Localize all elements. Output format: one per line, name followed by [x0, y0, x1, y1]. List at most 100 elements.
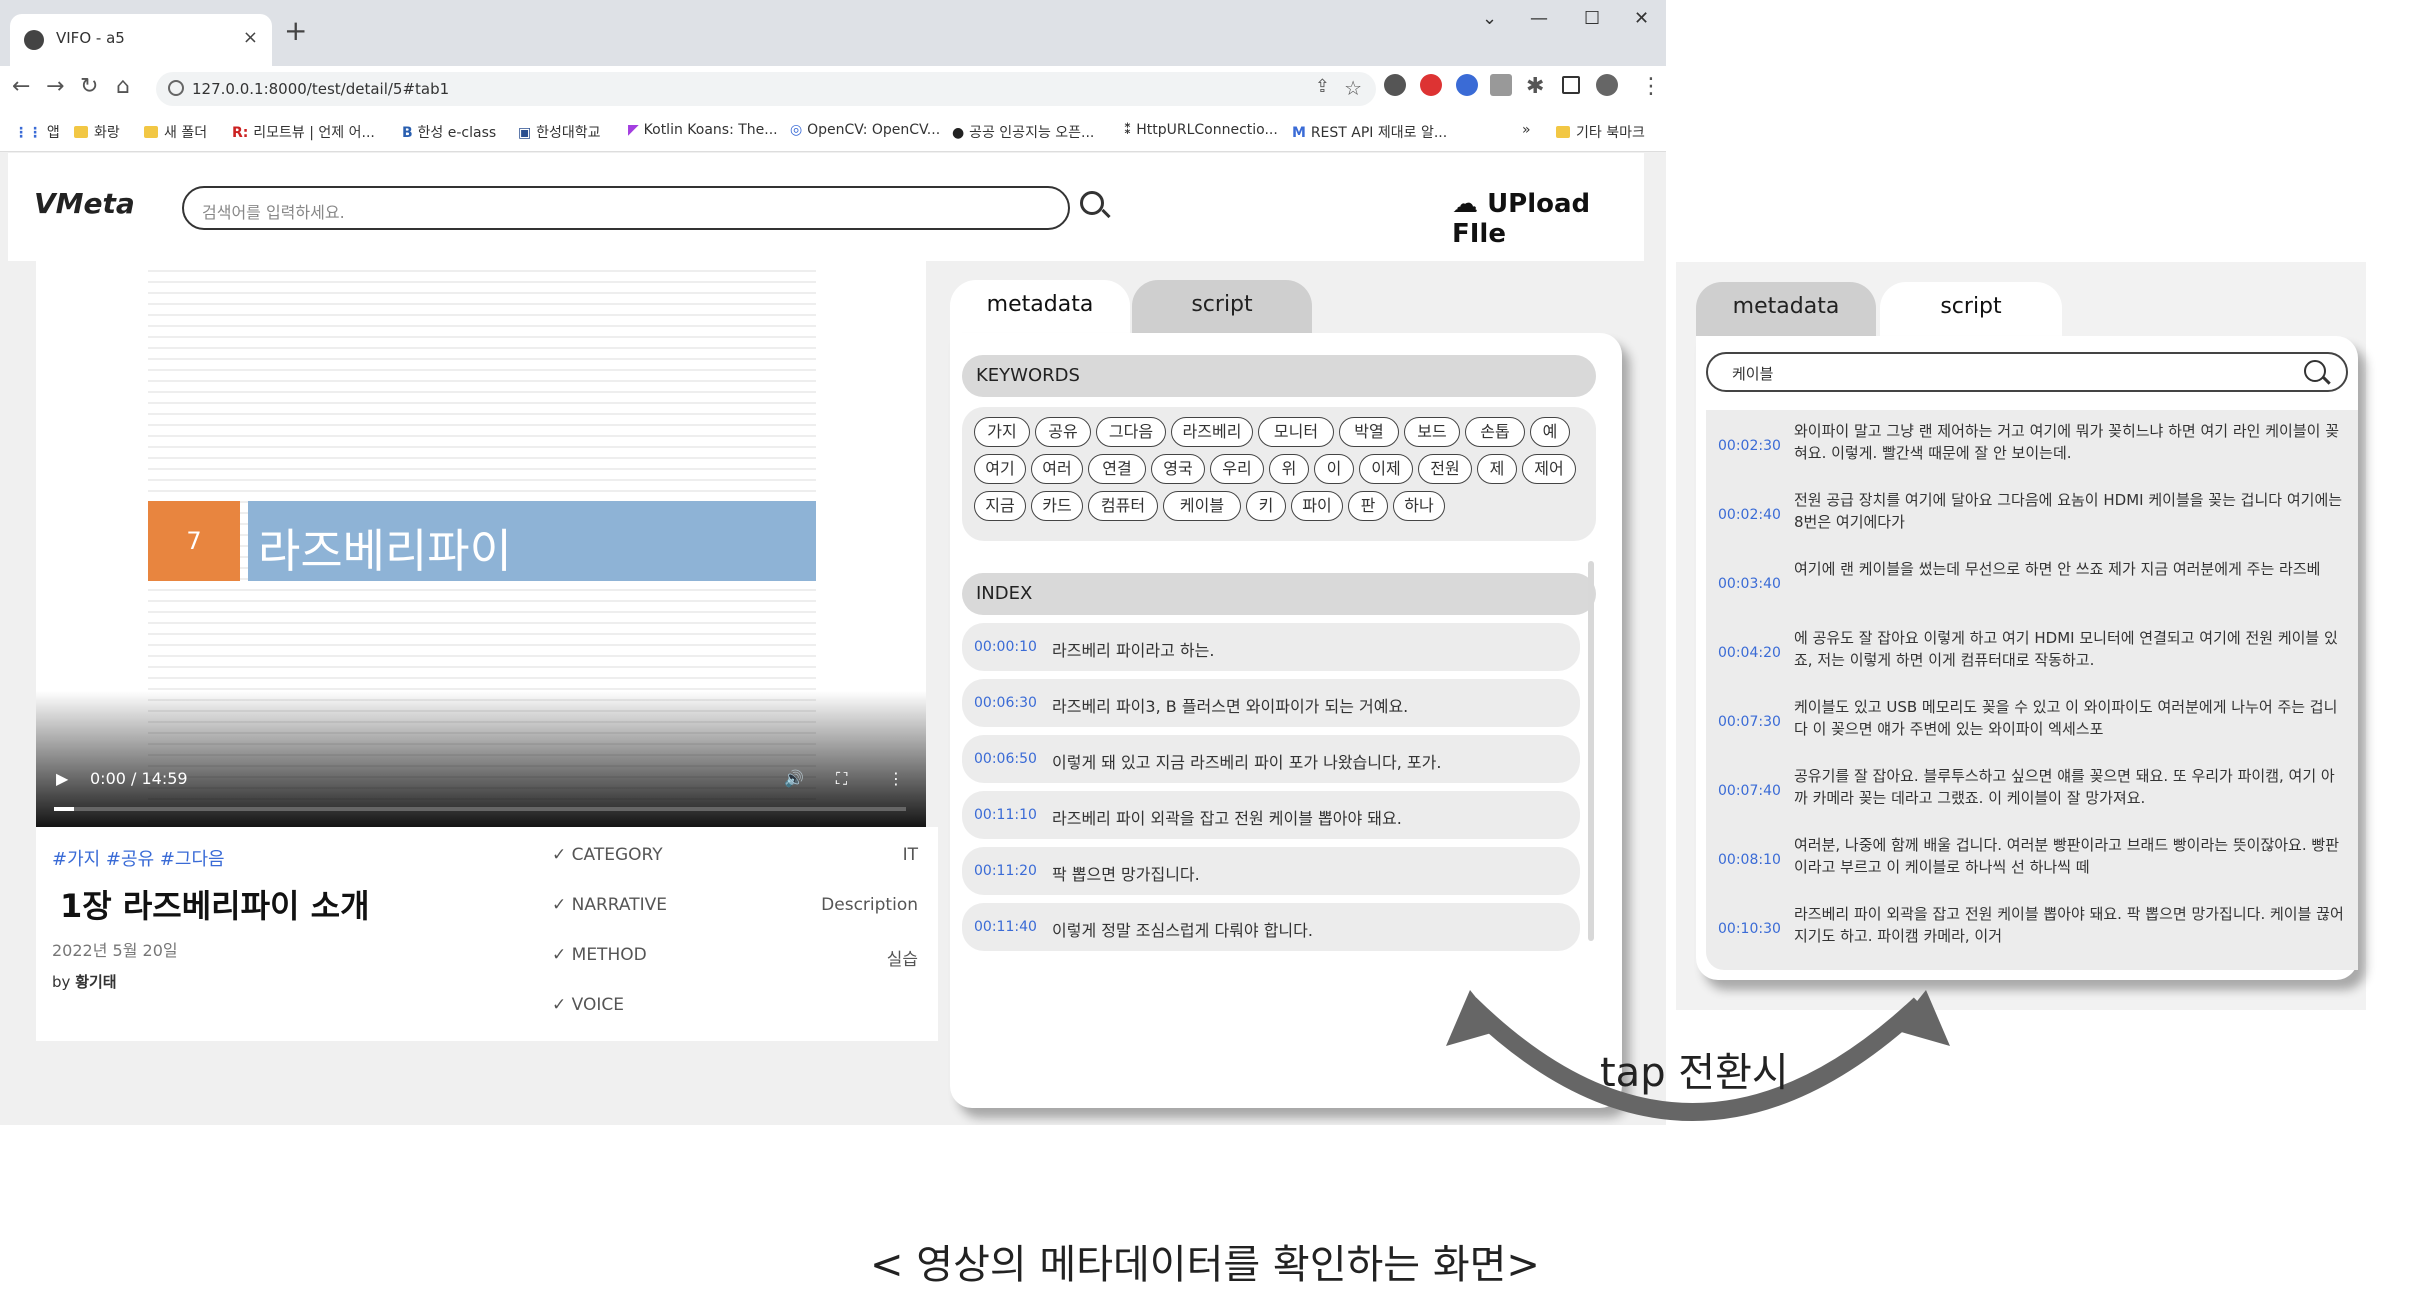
extension-icon[interactable]: [1456, 74, 1478, 96]
keyword-chip[interactable]: 손톱: [1465, 417, 1525, 447]
keyword-chip[interactable]: 영국: [1151, 454, 1205, 484]
close-tab-icon[interactable]: ×: [243, 27, 258, 48]
script-item[interactable]: 00:08:10 여러분, 나중에 함께 배울 겁니다. 여러분 빵판이라고 브래…: [1706, 824, 2346, 892]
index-timestamp[interactable]: 00:06:50: [974, 751, 1037, 767]
sidepanel-icon[interactable]: [1562, 76, 1580, 94]
url-text[interactable]: 127.0.0.1:8000/test/detail/5#tab1: [192, 80, 449, 98]
index-timestamp[interactable]: 00:00:10: [974, 639, 1037, 655]
close-window-icon[interactable]: ✕: [1634, 8, 1649, 29]
bookmark-item[interactable]: 화랑: [74, 122, 120, 142]
keyword-chip[interactable]: 케이블: [1163, 491, 1241, 521]
video-player[interactable]: 7 라즈베리파이 ▶ 0:00 / 14:59 🔊 ⛶ ⋮: [36, 261, 926, 827]
script-timestamp[interactable]: 00:07:40: [1718, 783, 1781, 799]
tab-script[interactable]: script: [1880, 282, 2062, 338]
menu-icon[interactable]: ⋮: [1640, 74, 1662, 99]
keyword-chip[interactable]: 연결: [1088, 454, 1146, 484]
keyword-chip[interactable]: 파이: [1291, 491, 1343, 521]
script-item[interactable]: 00:04:20 에 공유도 잘 잡아요 이렇게 하고 여기 HDMI 모니터에 …: [1706, 617, 2346, 685]
video-progress-bar[interactable]: [54, 807, 906, 811]
keyword-chip[interactable]: 박열: [1339, 417, 1399, 447]
script-search-input[interactable]: 케이블: [1706, 352, 2348, 392]
keyword-chip[interactable]: 여기: [974, 454, 1026, 484]
keyword-chip[interactable]: 제어: [1522, 454, 1576, 484]
script-timestamp[interactable]: 00:03:40: [1718, 576, 1781, 592]
bookmark-item[interactable]: B 한성 e-class: [402, 122, 496, 142]
index-item[interactable]: 00:11:10 라즈베리 파이 외곽을 잡고 전원 케이블 뽑아야 돼요.: [962, 791, 1580, 839]
keyword-chip[interactable]: 컴퓨터: [1088, 491, 1158, 521]
script-timestamp[interactable]: 00:10:30: [1718, 921, 1781, 937]
maximize-icon[interactable]: ☐: [1584, 8, 1600, 29]
index-item[interactable]: 00:11:20 팍 뽑으면 망가집니다.: [962, 847, 1580, 895]
index-timestamp[interactable]: 00:06:30: [974, 695, 1037, 711]
keyword-chip[interactable]: 모니터: [1258, 417, 1334, 447]
script-timestamp[interactable]: 00:04:20: [1718, 645, 1781, 661]
keyword-chip[interactable]: 키: [1246, 491, 1286, 521]
more-options-icon[interactable]: ⋮: [888, 769, 904, 788]
keyword-chip[interactable]: 라즈베리: [1171, 417, 1253, 447]
bookmarks-more[interactable]: »: [1522, 122, 1531, 138]
keyword-chip[interactable]: 카드: [1031, 491, 1083, 521]
adblock-icon[interactable]: [1420, 74, 1442, 96]
search-icon[interactable]: [1080, 191, 1104, 215]
bookmark-item[interactable]: ◤ Kotlin Koans: The...: [628, 122, 778, 138]
index-timestamp[interactable]: 00:11:20: [974, 863, 1037, 879]
script-timestamp[interactable]: 00:02:30: [1718, 438, 1781, 454]
keyword-chip[interactable]: 판: [1348, 491, 1388, 521]
bookmark-item[interactable]: ⋮⋮ 앱: [14, 122, 60, 142]
search-icon[interactable]: [2304, 360, 2326, 382]
bookmark-item[interactable]: 기타 북마크: [1556, 122, 1645, 142]
keyword-chip[interactable]: 공유: [1035, 417, 1091, 447]
hashtags[interactable]: #가지 #공유 #그다음: [52, 845, 225, 871]
new-tab-button[interactable]: +: [284, 14, 307, 47]
bookmark-item[interactable]: M REST API 제대로 알...: [1292, 122, 1447, 142]
tab-metadata[interactable]: metadata: [1696, 282, 1876, 338]
script-timestamp[interactable]: 00:02:40: [1718, 507, 1781, 523]
info-icon[interactable]: [168, 80, 184, 96]
forward-icon[interactable]: →: [46, 74, 64, 99]
keyword-chip[interactable]: 가지: [974, 417, 1030, 447]
bookmark-item[interactable]: ⁑ HttpURLConnectio...: [1124, 122, 1278, 138]
extension-icon[interactable]: [1490, 74, 1512, 96]
home-icon[interactable]: ⌂: [116, 74, 130, 99]
index-item[interactable]: 00:00:10 라즈베리 파이라고 하는.: [962, 623, 1580, 671]
script-item[interactable]: 00:02:40 전원 공급 장치를 여기에 달아요 그다음에 요놈이 HDMI …: [1706, 479, 2346, 547]
site-logo[interactable]: VMeta: [34, 187, 135, 220]
keyword-chip[interactable]: 우리: [1210, 454, 1264, 484]
keyword-chip[interactable]: 하나: [1393, 491, 1445, 521]
index-item[interactable]: 00:11:40 이렇게 정말 조심스럽게 다뤄야 합니다.: [962, 903, 1580, 951]
minimize-icon[interactable]: —: [1530, 8, 1548, 29]
keyword-chip[interactable]: 이제: [1359, 454, 1413, 484]
keyword-chip[interactable]: 그다음: [1096, 417, 1166, 447]
browser-tab[interactable]: VIFO - a5 ×: [10, 14, 272, 66]
script-item[interactable]: 00:07:30 케이블도 있고 USB 메모리도 꽂을 수 있고 이 와이파이도…: [1706, 686, 2346, 754]
puzzle-icon[interactable]: ✱: [1526, 74, 1544, 99]
fullscreen-icon[interactable]: ⛶: [836, 769, 847, 789]
chevron-down-icon[interactable]: ⌄: [1482, 8, 1497, 29]
index-timestamp[interactable]: 00:11:10: [974, 807, 1037, 823]
keyword-chip[interactable]: 예: [1530, 417, 1570, 447]
scrollbar[interactable]: [1588, 561, 1594, 941]
index-item[interactable]: 00:06:30 라즈베리 파이3, B 플러스면 와이파이가 되는 거예요.: [962, 679, 1580, 727]
address-bar[interactable]: 127.0.0.1:8000/test/detail/5#tab1 ⇪ ☆: [156, 72, 1376, 106]
keyword-chip[interactable]: 위: [1269, 454, 1309, 484]
tab-script[interactable]: script: [1132, 280, 1312, 336]
upload-file-button[interactable]: ☁ UPload FIle: [1452, 189, 1644, 249]
script-item[interactable]: 00:03:40 여기에 랜 케이블을 썼는데 무선으로 하면 안 쓰죠 제가 지…: [1706, 548, 2346, 616]
script-search-value[interactable]: 케이블: [1732, 363, 1773, 384]
keyword-chip[interactable]: 보드: [1404, 417, 1460, 447]
index-item[interactable]: 00:06:50 이렇게 돼 있고 지금 라즈베리 파이 포가 나왔습니다, 포가…: [962, 735, 1580, 783]
script-timestamp[interactable]: 00:07:30: [1718, 714, 1781, 730]
script-item[interactable]: 00:10:30 라즈베리 파이 외곽을 잡고 전원 케이블 뽑아야 돼요. 팍 …: [1706, 893, 2346, 961]
tab-metadata[interactable]: metadata: [950, 280, 1130, 336]
script-item[interactable]: 00:07:40 공유기를 잘 잡아요. 블루투스하고 싶으면 얘를 꽂으면 돼요…: [1706, 755, 2346, 823]
profile-icon[interactable]: [1596, 74, 1618, 96]
share-icon[interactable]: ⇪: [1315, 76, 1330, 97]
extension-icon[interactable]: [1384, 74, 1406, 96]
script-timestamp[interactable]: 00:08:10: [1718, 852, 1781, 868]
bookmark-item[interactable]: ▣ 한성대학교: [518, 122, 601, 142]
bookmark-item[interactable]: 새 폴더: [144, 122, 207, 142]
keyword-chip[interactable]: 지금: [974, 491, 1026, 521]
volume-icon[interactable]: 🔊: [784, 769, 804, 788]
search-input[interactable]: 검색어를 입력하세요.: [182, 186, 1070, 230]
bookmark-star-icon[interactable]: ☆: [1344, 76, 1362, 100]
